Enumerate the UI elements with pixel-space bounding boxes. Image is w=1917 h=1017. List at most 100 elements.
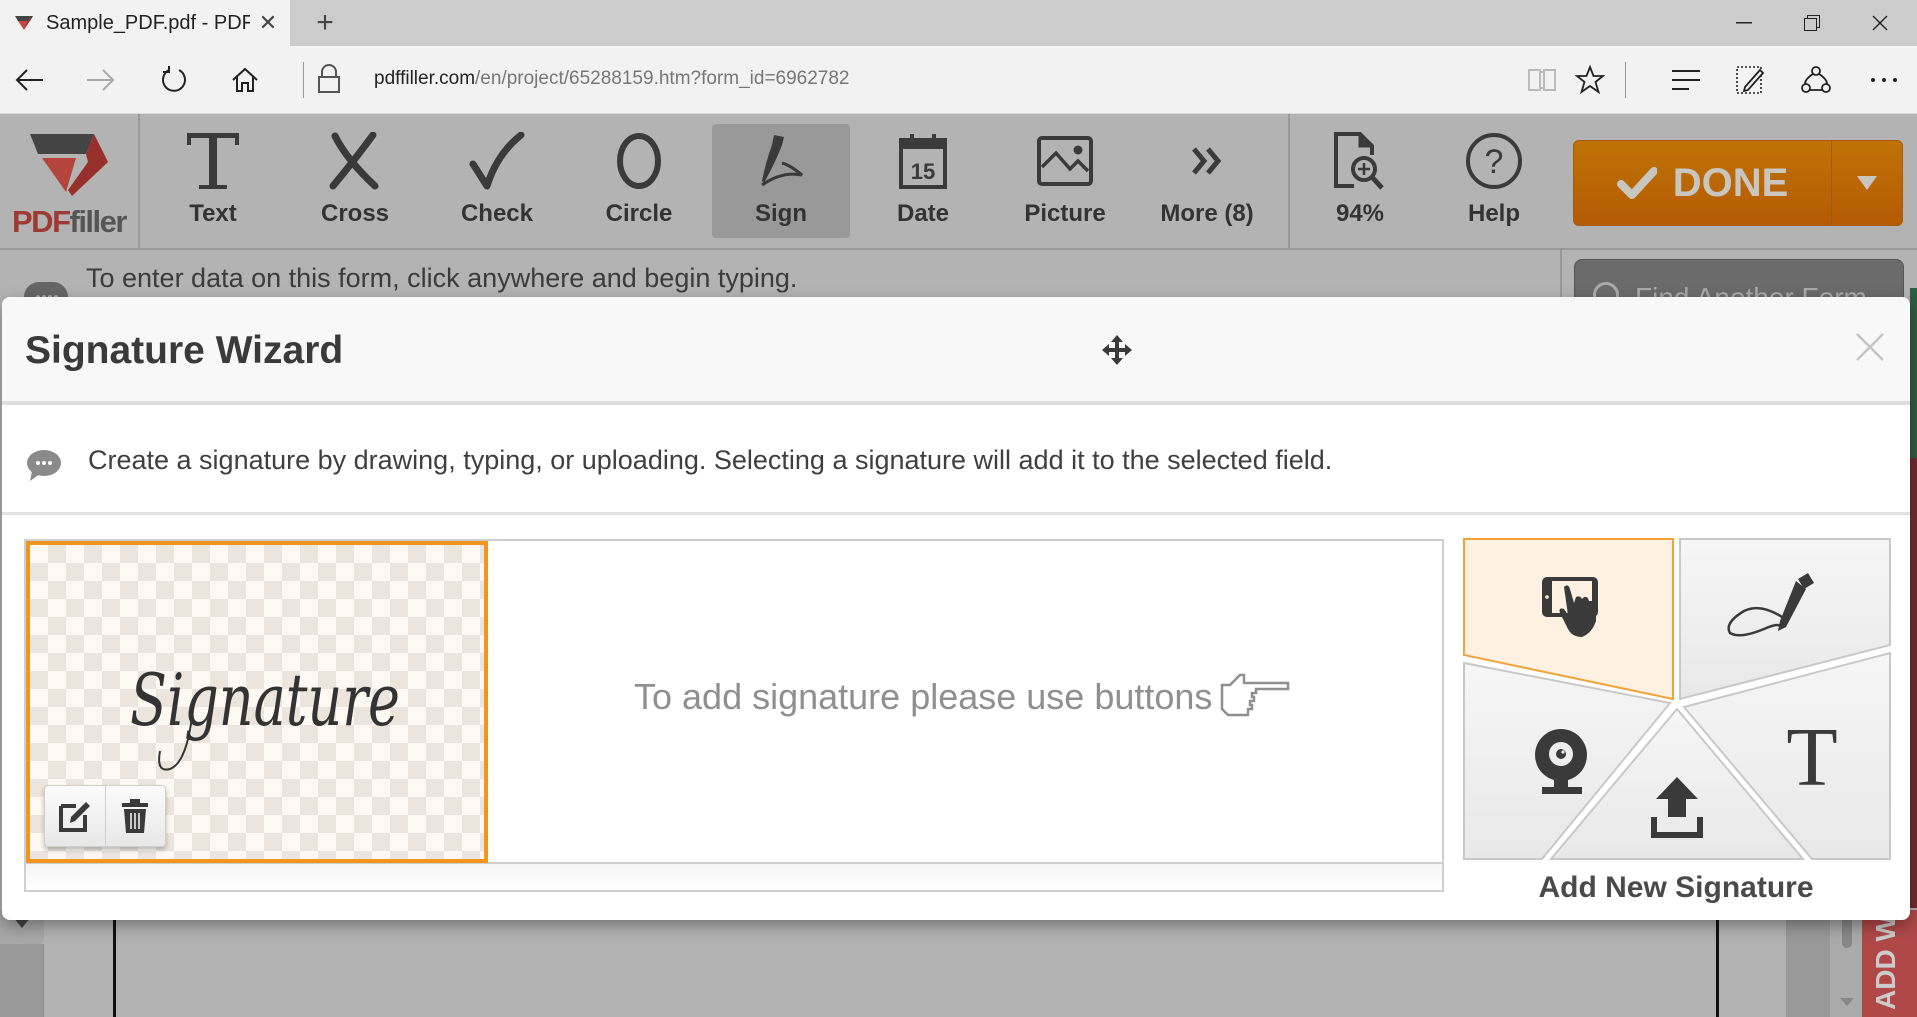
tool-picture[interactable]: Picture <box>996 124 1134 238</box>
new-tab-icon[interactable]: + <box>305 4 345 42</box>
browser-tab-bar: Sample_PDF.pdf - PDFfi ✕ + <box>0 0 1917 46</box>
url-domain: pdffiller.com <box>374 68 476 89</box>
web-note-icon[interactable] <box>1728 58 1772 102</box>
text-T-icon <box>185 124 241 198</box>
address-separator <box>303 62 304 98</box>
tool-label: More (8) <box>1160 200 1254 227</box>
home-icon[interactable] <box>221 56 269 104</box>
more-icon[interactable] <box>1862 58 1906 102</box>
checkmark-icon <box>1616 167 1657 199</box>
help-button[interactable]: ? Help <box>1424 124 1564 238</box>
signature-image: Signature <box>130 658 400 771</box>
document-page-edge <box>113 920 116 1017</box>
forward-icon[interactable] <box>76 56 124 104</box>
signature-card[interactable]: Signature <box>26 541 488 863</box>
tool-more[interactable]: More (8) <box>1138 124 1276 238</box>
share-icon[interactable] <box>1794 58 1838 102</box>
add-widget-side-tab[interactable]: ADD WI <box>1862 910 1917 1017</box>
zoom-button[interactable]: 94% <box>1290 124 1430 238</box>
panel-separator <box>1560 250 1562 300</box>
editor-toolbar: PDFfiller Text Cross Check Circle Sign 1… <box>0 114 1917 250</box>
type-T-icon: T <box>1786 711 1837 804</box>
tool-label: Cross <box>320 200 390 227</box>
right-sidebar-strip <box>1786 920 1830 1017</box>
pdffiller-logo[interactable]: PDFfiller <box>0 114 140 248</box>
trash-icon <box>122 799 149 833</box>
tool-label: Text <box>189 200 237 227</box>
tool-text[interactable]: Text <box>144 124 282 238</box>
side-panel-green-edge <box>1910 288 1917 458</box>
zoom-doc-icon <box>1332 124 1388 198</box>
done-label: DONE <box>1672 160 1789 205</box>
tool-circle[interactable]: Circle <box>570 124 708 238</box>
left-sidebar-strip <box>0 944 44 1017</box>
tool-cross[interactable]: Cross <box>286 124 424 238</box>
signature-list-footer <box>24 862 1444 892</box>
document-page-edge <box>1716 920 1719 1017</box>
tool-label: Check <box>460 200 534 227</box>
tool-check[interactable]: Check <box>428 124 566 238</box>
tool-label: Picture <box>1024 200 1106 227</box>
hub-icon[interactable] <box>1664 58 1708 102</box>
tool-label: Circle <box>605 200 673 227</box>
circle-icon <box>614 124 664 198</box>
edit-signature-button[interactable] <box>45 786 105 846</box>
done-dropdown-caret-icon[interactable] <box>1832 141 1902 225</box>
reading-view-icon[interactable] <box>1520 58 1564 102</box>
url-path: /en/project/65288159.htm?form_id=6962782 <box>475 68 850 89</box>
lock-icon[interactable] <box>318 64 340 99</box>
tab-close-icon[interactable]: ✕ <box>250 5 286 41</box>
hint-text: Create a signature by drawing, typing, o… <box>88 445 1333 475</box>
back-icon[interactable] <box>6 56 54 104</box>
tab-title: Sample_PDF.pdf - PDFfi <box>46 11 250 34</box>
empty-state-message: To add signature please use buttons <box>634 671 1292 723</box>
done-button[interactable]: DONE <box>1574 141 1832 225</box>
checkmark-icon <box>469 124 525 198</box>
tool-date[interactable]: 15 Date <box>854 124 992 238</box>
side-panel-red-edge <box>1910 458 1917 908</box>
refresh-icon[interactable] <box>150 56 198 104</box>
signature-wizard-dialog: Signature Wizard Create a signature by d… <box>2 297 1910 920</box>
pen-sign-icon <box>752 124 810 198</box>
move-drag-icon[interactable] <box>1100 333 1134 372</box>
svg-text:Signature: Signature <box>130 658 400 742</box>
close-icon[interactable] <box>1850 327 1890 367</box>
dialog-hint: Create a signature by drawing, typing, o… <box>2 409 1910 515</box>
help-circle-icon: ? <box>1464 124 1524 198</box>
calendar-icon: 15 <box>898 124 948 198</box>
scroll-down-arrow-icon[interactable] <box>1840 998 1854 1006</box>
favorite-star-icon[interactable] <box>1568 58 1612 102</box>
cross-x-icon <box>327 124 383 198</box>
tool-label: Sign <box>755 200 807 227</box>
url-input[interactable]: pdffiller.com/en/project/65288159.htm?fo… <box>374 68 850 90</box>
tool-label: Date <box>896 200 950 227</box>
pointing-hand-icon <box>1221 673 1290 717</box>
add-new-signature-label: Add New Signature <box>1538 871 1814 904</box>
signature-card-actions <box>44 785 166 847</box>
pdffiller-favicon-icon <box>15 16 33 30</box>
double-chevron-icon <box>1191 124 1223 198</box>
info-text: To enter data on this form, click anywhe… <box>86 263 798 293</box>
zoom-level: 94% <box>1335 200 1385 227</box>
delete-signature-button[interactable] <box>104 786 166 846</box>
side-tab-label: ADD WI <box>1870 910 1901 1010</box>
logo-text: PDFfiller <box>12 204 127 239</box>
edit-icon <box>58 802 90 832</box>
svg-text:15: 15 <box>911 159 935 184</box>
window-minimize-icon[interactable] <box>1710 0 1778 46</box>
dialog-title: Signature Wizard <box>25 329 344 372</box>
window-close-icon[interactable] <box>1846 0 1914 46</box>
address-bar: pdffiller.com/en/project/65288159.htm?fo… <box>0 46 1917 114</box>
empty-state-text: To add signature please use buttons <box>634 676 1213 717</box>
done-split-button: DONE <box>1573 140 1903 226</box>
pdffiller-logo-icon <box>30 134 108 196</box>
dialog-header[interactable]: Signature Wizard <box>2 297 1910 405</box>
chat-bubble-icon <box>27 450 61 481</box>
window-restore-icon[interactable] <box>1778 0 1846 46</box>
toolbar-separator <box>1625 62 1626 98</box>
help-label: Help <box>1467 200 1520 227</box>
browser-tab[interactable]: Sample_PDF.pdf - PDFfi ✕ <box>0 0 290 46</box>
info-bar: To enter data on this form, click anywhe… <box>0 250 1560 312</box>
picture-icon <box>1036 124 1094 198</box>
tool-sign[interactable]: Sign <box>712 124 850 238</box>
